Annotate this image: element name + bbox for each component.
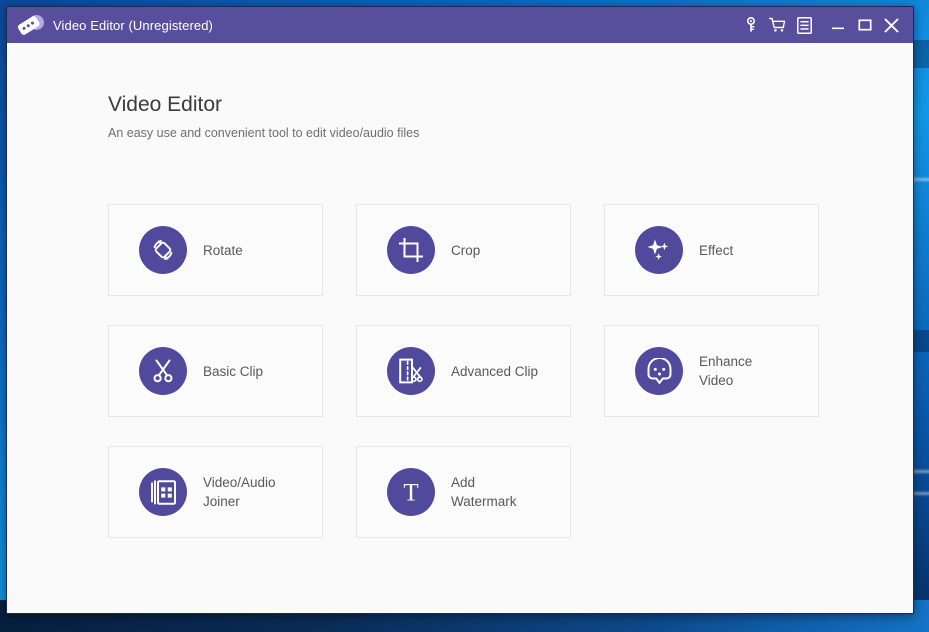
tool-card-effect[interactable]: Effect — [604, 204, 819, 296]
text-t-icon: T — [387, 468, 435, 516]
close-button[interactable] — [878, 7, 905, 43]
svg-text:T: T — [403, 480, 418, 506]
tool-card-label: Basic Clip — [203, 363, 264, 379]
tool-card-rotate[interactable]: Rotate — [108, 204, 323, 296]
sparkle-effect-icon — [635, 226, 683, 274]
maximize-button[interactable] — [851, 7, 878, 43]
desktop-background: Video Editor (Unregistered) Video Editor… — [0, 0, 929, 632]
tool-card-label: Enhance Video — [699, 354, 753, 388]
page-title: Video Editor — [108, 93, 223, 116]
scissors-icon — [139, 347, 187, 395]
page-header: Video Editor An easy use and convenient … — [108, 92, 419, 141]
tool-card-enhance-video[interactable]: Enhance Video — [604, 325, 819, 417]
tool-card-label: Add Watermark — [451, 475, 517, 509]
rotate-icon — [139, 226, 187, 274]
minimize-button[interactable] — [824, 7, 851, 43]
tool-card-label: Video/Audio Joiner — [203, 475, 276, 509]
tool-card-label: Effect — [699, 242, 734, 258]
stacked-frames-icon — [139, 468, 187, 516]
title-bar: Video Editor (Unregistered) — [7, 7, 913, 43]
buy-cart-button[interactable] — [764, 10, 791, 40]
tool-card-add-watermark[interactable]: T Add Watermark — [356, 446, 571, 538]
crop-icon — [387, 226, 435, 274]
tool-card-grid: Rotate Crop Effect Basic Clip Advanced C… — [108, 204, 823, 538]
client-area: Video Editor An easy use and convenient … — [7, 43, 913, 613]
menu-button[interactable] — [791, 10, 818, 40]
page-subtitle: An easy use and convenient tool to edit … — [108, 126, 420, 140]
tool-card-label: Advanced Clip — [451, 363, 539, 379]
video-tape-logo-icon — [16, 14, 46, 36]
tool-card-label: Rotate — [203, 242, 243, 258]
frame-scissors-icon — [387, 347, 435, 395]
application-window: Video Editor (Unregistered) Video Editor… — [6, 6, 914, 614]
window-title: Video Editor (Unregistered) — [53, 17, 213, 33]
tool-card-basic-clip[interactable]: Basic Clip — [108, 325, 323, 417]
tool-card-advanced-clip[interactable]: Advanced Clip — [356, 325, 571, 417]
tool-card-video-audio-joiner[interactable]: Video/Audio Joiner — [108, 446, 323, 538]
tool-card-crop[interactable]: Crop — [356, 204, 571, 296]
enhance-shield-icon — [635, 347, 683, 395]
tool-card-label: Crop — [451, 242, 481, 258]
register-key-button[interactable] — [737, 10, 764, 40]
titlebar-actions — [737, 7, 913, 43]
